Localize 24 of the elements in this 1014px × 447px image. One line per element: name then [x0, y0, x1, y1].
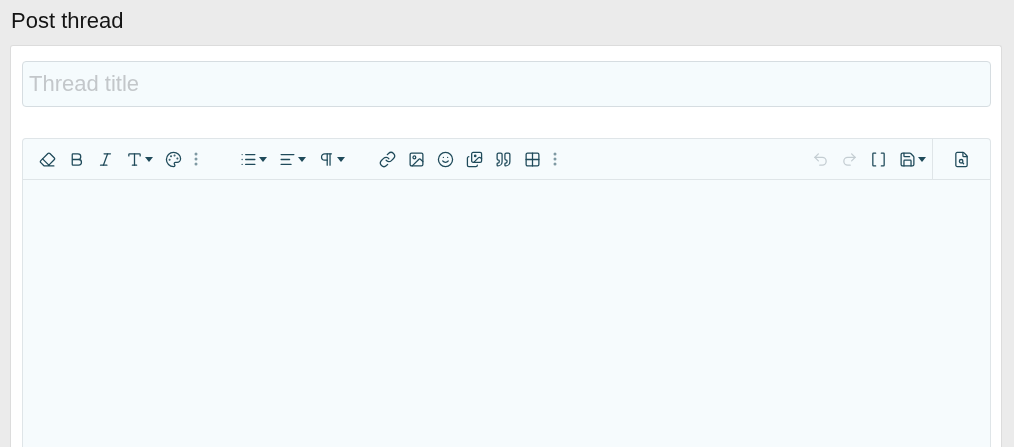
smiley-icon [437, 150, 454, 168]
pilcrow-icon [318, 150, 335, 168]
page-title: Post thread [10, 7, 125, 35]
caret-icon [337, 156, 345, 162]
image-icon [408, 150, 425, 168]
caret-icon [145, 156, 153, 162]
preview-icon [953, 150, 970, 168]
text-size-icon [126, 150, 143, 168]
more-icon [553, 152, 557, 166]
eraser-icon [39, 150, 56, 168]
caret-icon [259, 156, 267, 162]
undo-icon [812, 150, 829, 168]
italic-icon [97, 150, 114, 168]
save-icon [899, 150, 916, 168]
brackets-icon [870, 150, 887, 168]
palette-icon [165, 150, 182, 168]
images-icon [466, 150, 483, 168]
redo-icon [841, 150, 858, 168]
caret-icon [298, 156, 306, 162]
table-icon [524, 150, 541, 168]
more-icon [194, 152, 198, 166]
caret-icon [918, 156, 926, 162]
quote-icon [495, 150, 512, 168]
link-icon [379, 150, 396, 168]
